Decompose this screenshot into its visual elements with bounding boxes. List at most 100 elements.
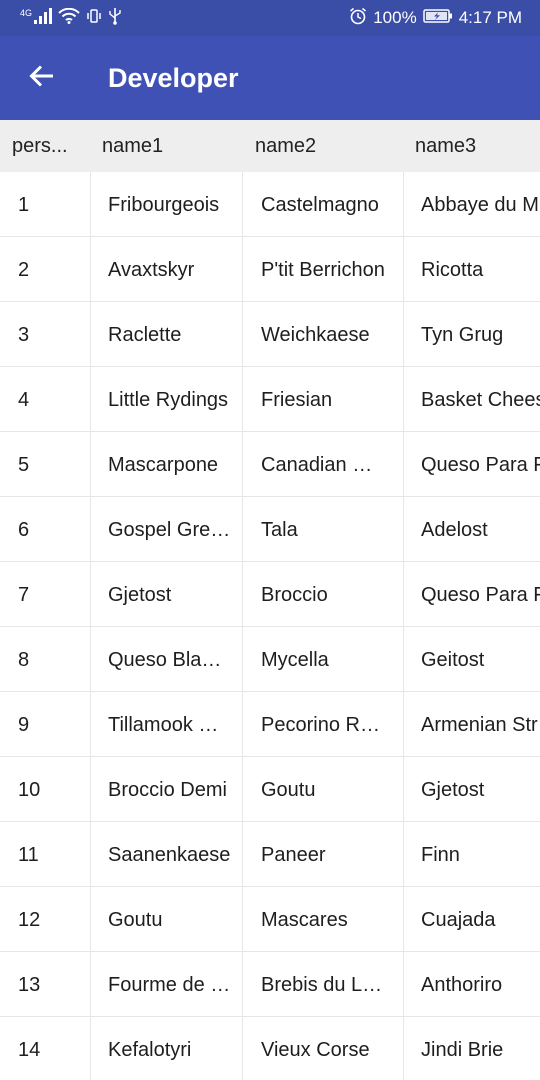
back-button[interactable] bbox=[22, 58, 62, 98]
column-header-name1[interactable]: name1 bbox=[102, 120, 242, 172]
cell-name2: Goutu bbox=[261, 779, 316, 801]
column-divider bbox=[90, 237, 91, 302]
column-divider bbox=[90, 497, 91, 562]
cell-name1: Gospel Green bbox=[108, 519, 232, 541]
column-divider bbox=[403, 302, 404, 367]
table-header-row: pers... name1 name2 name3 bbox=[0, 120, 540, 172]
column-divider bbox=[403, 432, 404, 497]
table-row[interactable]: 14 Kefalotyri Vieux Corse Jindi Brie bbox=[0, 1017, 540, 1080]
cell-name3: Cuajada bbox=[421, 909, 496, 931]
cell-person: 8 bbox=[18, 649, 30, 671]
cell-name1: Little Rydings bbox=[108, 389, 229, 411]
table-row[interactable]: 12 Goutu Mascares Cuajada bbox=[0, 887, 540, 952]
wifi-icon bbox=[58, 7, 80, 29]
column-divider bbox=[90, 757, 91, 822]
cell-name1: Kefalotyri bbox=[108, 1039, 192, 1061]
column-divider bbox=[403, 367, 404, 432]
cell-name3: Gjetost bbox=[421, 779, 485, 801]
table-row[interactable]: 4 Little Rydings Friesian Basket Chees bbox=[0, 367, 540, 432]
cell-person: 5 bbox=[18, 454, 30, 476]
cell-name2: Mycella bbox=[261, 649, 329, 671]
cell-person: 6 bbox=[18, 519, 30, 541]
status-left-icons: 4G bbox=[20, 6, 122, 30]
cell-person: 1 bbox=[18, 194, 30, 216]
cell-person: 10 bbox=[18, 779, 41, 801]
cell-name2: Castelmagno bbox=[261, 194, 379, 216]
cell-name3: Tyn Grug bbox=[421, 324, 504, 346]
column-header-name3[interactable]: name3 bbox=[415, 120, 540, 172]
column-divider bbox=[242, 627, 243, 692]
table-row[interactable]: 8 Queso Blanco Mycella Geitost bbox=[0, 627, 540, 692]
cell-name3: Armenian Str bbox=[421, 714, 538, 736]
cell-person: 11 bbox=[18, 844, 39, 866]
table-row[interactable]: 2 Avaxtskyr P'tit Berrichon Ricotta bbox=[0, 237, 540, 302]
cell-name3: Basket Chees bbox=[421, 389, 540, 411]
page-title: Developer bbox=[108, 63, 239, 93]
column-divider bbox=[242, 497, 243, 562]
column-header-name2[interactable]: name2 bbox=[255, 120, 395, 172]
cell-name1: Raclette bbox=[108, 324, 182, 346]
column-divider bbox=[90, 952, 91, 1017]
column-divider bbox=[90, 1017, 91, 1080]
table-row[interactable]: 9 Tillamook Cheddar Pecorino Romano Arme… bbox=[0, 692, 540, 757]
cell-name1: Goutu bbox=[108, 909, 163, 931]
vibrate-icon bbox=[86, 8, 102, 29]
column-divider bbox=[242, 952, 243, 1017]
cell-person: 4 bbox=[18, 389, 30, 411]
column-divider bbox=[90, 822, 91, 887]
column-divider bbox=[242, 432, 243, 497]
column-header-person[interactable]: pers... bbox=[12, 120, 78, 172]
network-type-label: 4G bbox=[20, 7, 33, 18]
cell-person: 9 bbox=[18, 714, 30, 736]
cell-person: 7 bbox=[18, 584, 30, 606]
table-row[interactable]: 7 Gjetost Broccio Queso Para F bbox=[0, 562, 540, 627]
table-row[interactable]: 11 Saanenkaese Paneer Finn bbox=[0, 822, 540, 887]
cell-name2: Friesian bbox=[261, 389, 333, 411]
column-divider bbox=[90, 432, 91, 497]
cell-name1: Avaxtskyr bbox=[108, 259, 195, 281]
column-divider bbox=[242, 1017, 243, 1080]
column-divider bbox=[403, 822, 404, 887]
column-divider bbox=[403, 952, 404, 1017]
cell-person: 12 bbox=[18, 909, 41, 931]
cell-name1: Gjetost bbox=[108, 584, 172, 606]
column-divider bbox=[403, 757, 404, 822]
cell-person: 3 bbox=[18, 324, 30, 346]
cell-name2: Pecorino Romano bbox=[261, 714, 385, 736]
column-divider bbox=[90, 367, 91, 432]
cell-name3: Ricotta bbox=[421, 259, 484, 281]
cell-name2: Canadian Cheddar bbox=[261, 454, 385, 476]
table-row[interactable]: 13 Fourme de Montbrison Brebis du Lochoi… bbox=[0, 952, 540, 1017]
cell-name3: Finn bbox=[421, 844, 460, 866]
status-right-icons: 100% 4:17 PM bbox=[349, 6, 522, 30]
table-row[interactable]: 5 Mascarpone Canadian Cheddar Queso Para… bbox=[0, 432, 540, 497]
status-bar: 4G 100% 4:17 PM bbox=[0, 0, 540, 36]
column-divider bbox=[242, 367, 243, 432]
cell-name1: Tillamook Cheddar bbox=[108, 714, 232, 736]
data-table[interactable]: pers... name1 name2 name3 1 Fribourgeois… bbox=[0, 120, 540, 1080]
table-row[interactable]: 10 Broccio Demi Goutu Gjetost bbox=[0, 757, 540, 822]
cell-name3: Geitost bbox=[421, 649, 485, 671]
cell-person: 13 bbox=[18, 974, 41, 996]
table-row[interactable]: 1 Fribourgeois Castelmagno Abbaye du M bbox=[0, 172, 540, 237]
cell-name3: Queso Para F bbox=[421, 454, 540, 476]
cell-name1: Fribourgeois bbox=[108, 194, 220, 216]
clock-time: 4:17 PM bbox=[458, 8, 522, 27]
cell-name2: Paneer bbox=[261, 844, 326, 866]
column-divider bbox=[242, 237, 243, 302]
column-divider bbox=[242, 757, 243, 822]
cell-name2: Tala bbox=[261, 519, 298, 541]
column-divider bbox=[90, 172, 91, 237]
column-divider bbox=[90, 627, 91, 692]
signal-icon bbox=[34, 7, 53, 29]
table-row[interactable]: 3 Raclette Weichkaese Tyn Grug bbox=[0, 302, 540, 367]
column-divider bbox=[242, 562, 243, 627]
cell-person: 2 bbox=[18, 259, 30, 281]
column-divider bbox=[90, 887, 91, 952]
column-divider bbox=[403, 172, 404, 237]
column-divider bbox=[403, 1017, 404, 1080]
battery-percent: 100% bbox=[373, 8, 417, 27]
column-divider bbox=[242, 822, 243, 887]
cell-name2: Vieux Corse bbox=[261, 1039, 370, 1061]
table-row[interactable]: 6 Gospel Green Tala Adelost bbox=[0, 497, 540, 562]
